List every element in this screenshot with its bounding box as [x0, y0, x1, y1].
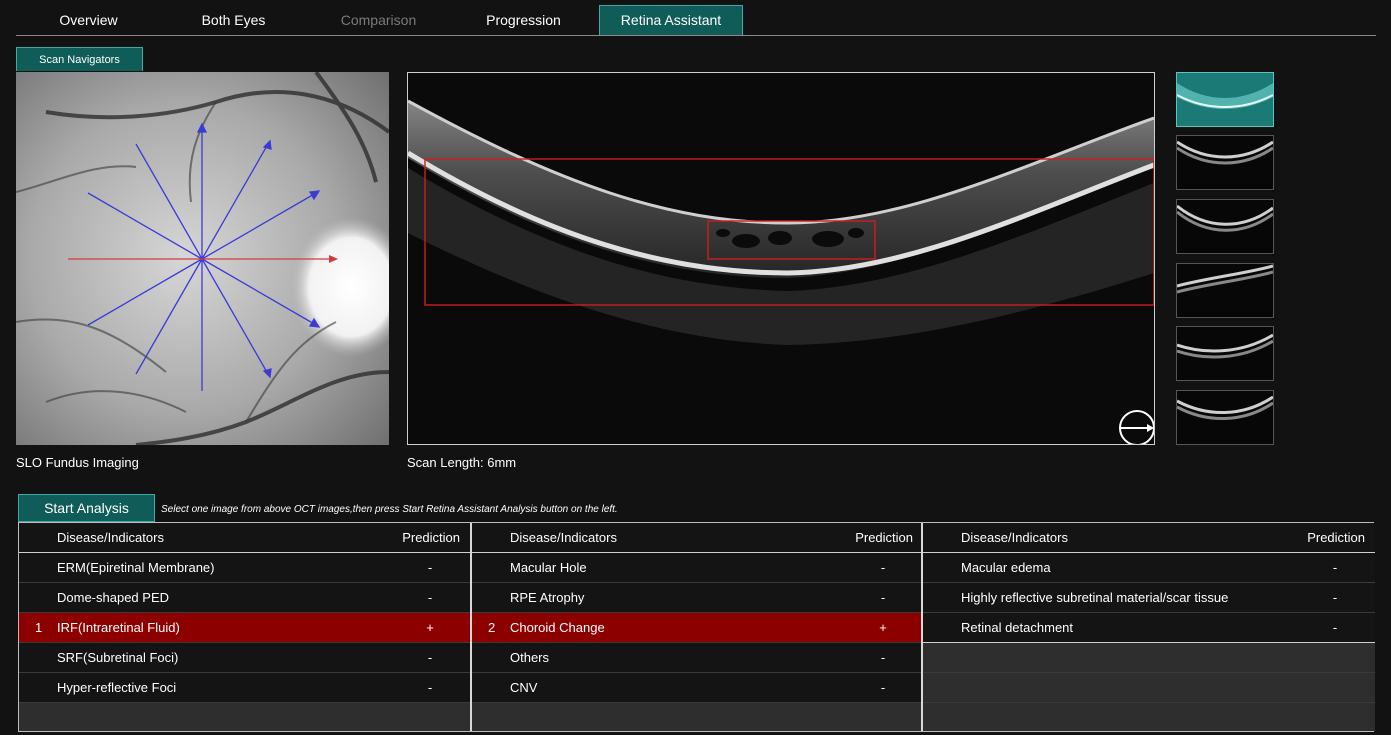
- slo-fundus-image[interactable]: [16, 72, 389, 445]
- scan-thumbnail-1[interactable]: [1176, 72, 1274, 127]
- prediction-table-3: Disease/Indicators Prediction Macular ed…: [921, 523, 1375, 731]
- tab-comparison[interactable]: Comparison: [306, 5, 451, 35]
- row-number: 1: [35, 620, 43, 635]
- table-row[interactable]: Others -: [472, 643, 923, 673]
- row-indicator: SRF(Subretinal Foci): [57, 650, 179, 665]
- prediction-table-2: Disease/Indicators Prediction Macular Ho…: [470, 523, 923, 731]
- row-prediction: -: [427, 590, 433, 605]
- row-indicator: CNV: [510, 680, 538, 695]
- scan-thumbnail-4[interactable]: [1176, 263, 1274, 318]
- scan-thumbnail-6[interactable]: [1176, 390, 1274, 445]
- row-number: 2: [488, 620, 496, 635]
- table-row[interactable]: Hyper-reflective Foci -: [19, 673, 470, 703]
- table-row-empty: [923, 703, 1375, 731]
- tab-overview[interactable]: Overview: [16, 5, 161, 35]
- row-indicator: Retinal detachment: [961, 620, 1074, 635]
- oct-scan-length: Scan Length: 6mm: [407, 455, 517, 470]
- tab-both-eyes[interactable]: Both Eyes: [161, 5, 306, 35]
- oct-bscan-image: [408, 73, 1154, 444]
- row-indicator: Choroid Change: [510, 620, 605, 635]
- header-prediction: Prediction: [1307, 530, 1365, 545]
- row-prediction: -: [427, 560, 433, 575]
- row-prediction: -: [1332, 590, 1338, 605]
- row-indicator: Hyper-reflective Foci: [57, 680, 177, 695]
- row-prediction: +: [426, 620, 434, 635]
- table-header: Disease/Indicators Prediction: [923, 523, 1375, 553]
- row-indicator: Macular Hole: [510, 560, 587, 575]
- fundus-scan-overlay: [16, 72, 389, 445]
- row-prediction: -: [1332, 560, 1338, 575]
- header-prediction: Prediction: [402, 530, 460, 545]
- row-prediction: -: [427, 680, 433, 695]
- scan-thumbnail-2[interactable]: [1176, 135, 1274, 190]
- table-row[interactable]: Highly reflective subretinal material/sc…: [923, 583, 1375, 613]
- row-indicator: Dome-shaped PED: [57, 590, 169, 605]
- table-row[interactable]: Macular Hole -: [472, 553, 923, 583]
- table-row[interactable]: CNV -: [472, 673, 923, 703]
- tab-progression[interactable]: Progression: [451, 5, 596, 35]
- header-disease: Disease/Indicators: [961, 530, 1068, 545]
- header-disease: Disease/Indicators: [57, 530, 164, 545]
- row-indicator: Macular edema: [961, 560, 1051, 575]
- header-prediction: Prediction: [855, 530, 913, 545]
- analysis-hint: Select one image from above OCT images,t…: [161, 504, 618, 515]
- table-header: Disease/Indicators Prediction: [19, 523, 470, 553]
- table-row[interactable]: Retinal detachment -: [923, 613, 1375, 643]
- tab-scan-navigators[interactable]: Scan Navigators: [16, 47, 143, 71]
- table-row[interactable]: SRF(Subretinal Foci) -: [19, 643, 470, 673]
- row-prediction: -: [880, 650, 886, 665]
- scan-thumbnail-3[interactable]: [1176, 199, 1274, 254]
- row-indicator: Highly reflective subretinal material/sc…: [961, 590, 1229, 605]
- header-disease: Disease/Indicators: [510, 530, 617, 545]
- table-row[interactable]: Dome-shaped PED -: [19, 583, 470, 613]
- table-row[interactable]: ERM(Epiretinal Membrane) -: [19, 553, 470, 583]
- table-row-empty: [923, 643, 1375, 673]
- table-row-positive[interactable]: 2 Choroid Change +: [472, 613, 923, 643]
- table-header: Disease/Indicators Prediction: [472, 523, 923, 553]
- row-prediction: -: [1332, 620, 1338, 635]
- table-row[interactable]: Macular edema -: [923, 553, 1375, 583]
- prediction-tables: Disease/Indicators Prediction ERM(Epiret…: [18, 522, 1375, 732]
- row-prediction: -: [880, 560, 886, 575]
- table-row-empty: [923, 673, 1375, 703]
- row-prediction: +: [879, 620, 887, 635]
- table-row-positive[interactable]: 1 IRF(Intraretinal Fluid) +: [19, 613, 470, 643]
- table-row-empty: [19, 703, 470, 731]
- table-row[interactable]: RPE Atrophy -: [472, 583, 923, 613]
- oct-bscan-viewer[interactable]: [407, 72, 1155, 445]
- row-indicator: RPE Atrophy: [510, 590, 585, 605]
- fundus-caption: SLO Fundus Imaging: [16, 455, 139, 470]
- row-prediction: -: [880, 590, 886, 605]
- row-indicator: ERM(Epiretinal Membrane): [57, 560, 215, 575]
- start-analysis-button[interactable]: Start Analysis: [18, 494, 155, 522]
- tab-retina-assistant[interactable]: Retina Assistant: [599, 5, 743, 35]
- row-prediction: -: [427, 650, 433, 665]
- row-indicator: Others: [510, 650, 550, 665]
- row-prediction: -: [880, 680, 886, 695]
- prediction-table-1: Disease/Indicators Prediction ERM(Epiret…: [19, 523, 470, 731]
- scan-thumbnail-5[interactable]: [1176, 326, 1274, 381]
- row-indicator: IRF(Intraretinal Fluid): [57, 620, 180, 635]
- table-row-empty: [472, 703, 923, 731]
- top-tab-bar: Overview Both Eyes Comparison Progressio…: [16, 5, 1376, 36]
